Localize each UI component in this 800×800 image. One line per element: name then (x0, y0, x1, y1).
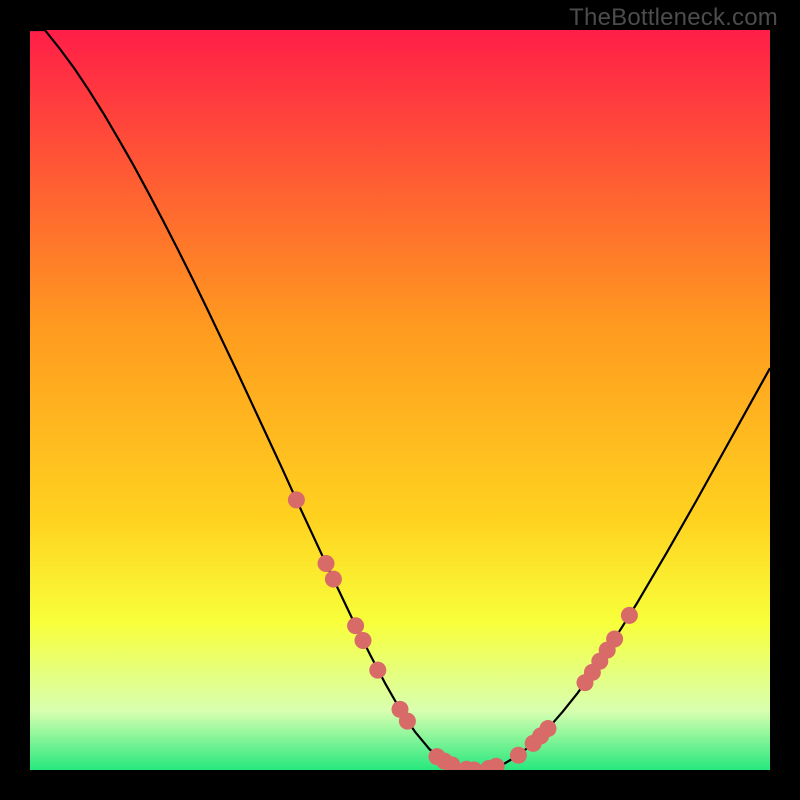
data-point (399, 713, 416, 730)
data-point (540, 720, 557, 737)
data-point (606, 631, 623, 648)
bottleneck-chart (30, 30, 770, 770)
data-point (318, 555, 335, 572)
data-point (369, 662, 386, 679)
data-point (510, 747, 527, 764)
data-point (347, 617, 364, 634)
data-point (288, 491, 305, 508)
watermark-text: TheBottleneck.com (569, 4, 778, 32)
gradient-background (30, 30, 770, 770)
chart-frame: TheBottleneck.com (0, 0, 800, 800)
data-point (621, 607, 638, 624)
data-point (325, 571, 342, 588)
data-point (355, 632, 372, 649)
